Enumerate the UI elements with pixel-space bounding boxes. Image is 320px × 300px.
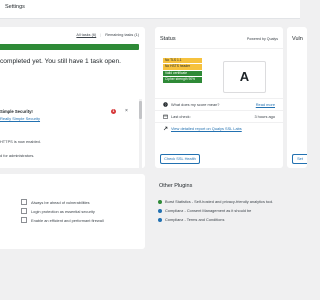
score-meaning-row: ? What does my score mean? [163, 102, 219, 107]
progress-card: All tasks (6) | Remaining tasks (1) comp… [0, 27, 145, 187]
tab-all-tasks[interactable]: All tasks (6) [76, 33, 96, 37]
status-card: Status Powered by Qualys No TLS 1.1 No H… [155, 27, 283, 168]
task-link[interactable]: Really Simple Security [0, 116, 40, 121]
task-list: Simple Security! Really Simple Security … [0, 97, 143, 175]
divider [155, 122, 283, 123]
checkbox[interactable] [21, 217, 27, 223]
plugin-status-icon [158, 208, 162, 213]
divider [155, 110, 283, 111]
plugin-label: Burst Statistics - Self-hosted and priva… [165, 199, 274, 204]
vulnerabilities-card: Vuln Set [287, 27, 307, 168]
urgent-badge: 1 [111, 109, 116, 114]
progress-tabs: All tasks (6) | Remaining tasks (1) [76, 33, 139, 37]
progress-bar [0, 44, 139, 50]
ssl-check-item: No TLS 1.1 [163, 58, 202, 64]
tip-label: Always be ahead of vulnerabilities [31, 199, 90, 205]
ssl-check-item: Valid certificate [163, 70, 202, 77]
page-title: Settings [5, 4, 25, 10]
svg-text:?: ? [165, 103, 167, 107]
divider [155, 48, 283, 49]
calendar-icon [163, 114, 168, 119]
ssl-grade: A [223, 61, 266, 93]
plugin-status-icon [158, 199, 162, 204]
plugin-item[interactable]: Complianz - Consent Management as it sho… [158, 208, 251, 213]
ssl-check-list: No TLS 1.1 No HSTS header Valid certific… [163, 58, 202, 84]
tip-label: Enable an efficient and performant firew… [31, 217, 104, 223]
question-icon: ? [163, 102, 168, 107]
tab-remaining-tasks[interactable]: Remaining tasks (1) [105, 33, 139, 37]
tip-label: Login protection as essential security [31, 208, 95, 214]
read-more-link[interactable]: Read more [256, 102, 275, 107]
tab-separator: | [100, 33, 102, 37]
powered-by: Powered by Qualys [246, 37, 278, 41]
tip-item: Always be ahead of vulnerabilities [21, 199, 90, 205]
task-text: d for administrators. [0, 153, 35, 158]
top-bar: Settings [0, 0, 300, 19]
tips-card: Always be ahead of vulnerabilities Login… [0, 174, 145, 249]
progress-bar-fill [0, 44, 139, 50]
plugin-label: Complianz - Terms and Conditions [165, 217, 225, 222]
check-ssl-health-button[interactable]: Check SSL Health [160, 154, 200, 164]
qualys-report-link[interactable]: View detailed report on Qualys SSL Labs [171, 126, 242, 131]
last-check-value: 3 hours ago [254, 114, 275, 119]
vulnerabilities-title: Vuln [292, 36, 303, 42]
ssl-check-item: No HSTS header [163, 64, 202, 70]
tip-item: Enable an efficient and performant firew… [21, 217, 104, 223]
row-label: Last check: [171, 114, 191, 119]
plugin-item[interactable]: Burst Statistics - Self-hosted and priva… [158, 199, 273, 204]
task-title: Simple Security! [0, 109, 33, 114]
dismiss-icon[interactable]: × [125, 108, 128, 114]
plugin-item[interactable]: Complianz - Terms and Conditions [158, 217, 224, 222]
divider [155, 98, 283, 99]
checkbox[interactable] [21, 199, 27, 205]
last-check-row: Last check: [163, 114, 191, 119]
tip-item: Login protection as essential security [21, 208, 95, 214]
report-row: View detailed report on Qualys SSL Labs [163, 126, 242, 131]
ssl-check-item: Cipher strength 90% [163, 77, 202, 83]
external-link-icon [163, 126, 168, 131]
progress-headline: completed yet. You still have 1 task ope… [0, 58, 121, 65]
plugin-status-icon [158, 217, 162, 222]
status-title: Status [160, 36, 176, 42]
checkbox[interactable] [21, 208, 27, 214]
row-label: What does my score mean? [171, 102, 220, 107]
task-text: HTTPS is now enabled. [0, 139, 41, 144]
other-plugins-title: Other Plugins [159, 183, 193, 189]
settings-button[interactable]: Set [292, 154, 307, 164]
plugin-label: Complianz - Consent Management as it sho… [165, 208, 252, 213]
scrollbar-thumb[interactable] [139, 101, 142, 119]
